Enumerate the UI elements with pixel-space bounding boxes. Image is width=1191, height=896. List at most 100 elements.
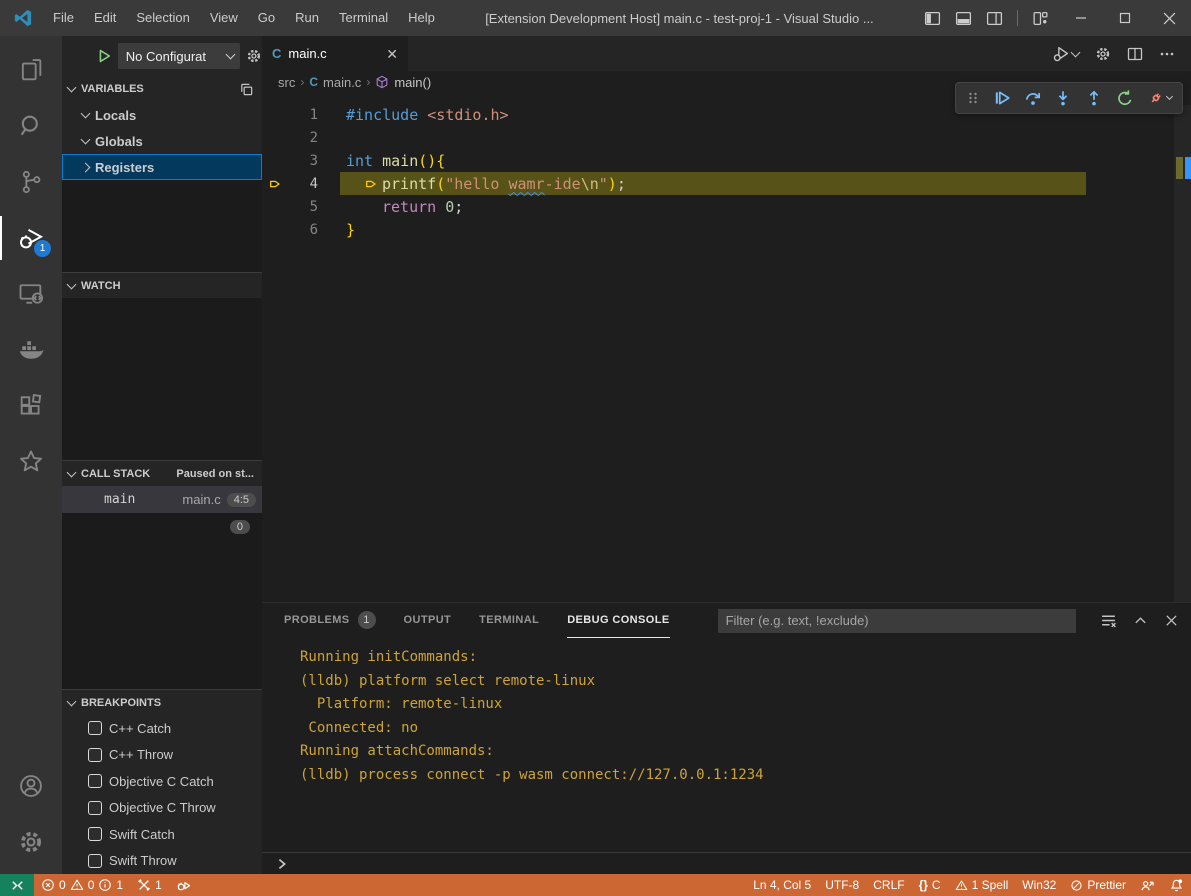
variables-item-registers[interactable]: Registers — [62, 154, 262, 180]
menu-selection[interactable]: Selection — [126, 0, 199, 36]
panel-tab-terminal[interactable]: TERMINAL — [479, 603, 539, 638]
settings-gear-icon[interactable] — [0, 814, 62, 870]
gear-icon[interactable] — [1095, 46, 1111, 62]
minimize-button[interactable] — [1059, 0, 1103, 36]
debug-configuration-dropdown[interactable]: No Configurat — [118, 43, 240, 69]
continue-button[interactable] — [993, 89, 1011, 107]
watch-section-header[interactable]: WATCH — [62, 272, 262, 298]
watch-header-label: WATCH — [81, 280, 121, 292]
variables-item-globals[interactable]: Globals — [62, 128, 262, 154]
remote-indicator[interactable] — [0, 874, 34, 896]
checkbox-unchecked[interactable] — [88, 721, 102, 735]
step-out-button[interactable] — [1085, 89, 1103, 107]
customize-layout-icon[interactable] — [1032, 10, 1049, 27]
more-actions-icon[interactable] — [1159, 46, 1175, 62]
start-debug-icon[interactable] — [96, 48, 112, 64]
problems-status[interactable]: 0 0 1 — [34, 874, 130, 896]
close-tab-icon[interactable]: ✕ — [386, 47, 398, 61]
code-line[interactable]: 4printf("hello wamr-ide\n"); — [262, 172, 1191, 195]
cursor-position[interactable]: Ln 4, Col 5 — [746, 874, 818, 896]
code-line[interactable]: 3int main(){ — [262, 149, 1191, 172]
clear-console-icon[interactable] — [1100, 612, 1117, 629]
spell-checker-status[interactable]: 1 Spell — [948, 874, 1016, 896]
menu-terminal[interactable]: Terminal — [329, 0, 398, 36]
session-row[interactable]: 0 — [62, 513, 262, 540]
tab-main-c[interactable]: C main.c ✕ — [262, 36, 408, 71]
chevron-down-icon — [81, 109, 91, 119]
docker-icon[interactable] — [0, 322, 62, 378]
language-mode[interactable]: {} C — [912, 874, 948, 896]
run-and-debug-icon[interactable]: 1 — [0, 210, 62, 266]
configure-gear-icon[interactable] — [246, 48, 262, 64]
panel-tab-debug-console[interactable]: DEBUG CONSOLE — [567, 603, 669, 638]
step-into-button[interactable] — [1054, 89, 1072, 107]
search-icon[interactable] — [0, 98, 62, 154]
breadcrumb-folder[interactable]: src — [278, 75, 295, 90]
restart-button[interactable] — [1116, 89, 1134, 107]
stack-frame-row[interactable]: main main.c 4:5 — [62, 486, 262, 513]
info-marker — [1185, 157, 1191, 179]
breakpoints-section-header[interactable]: BREAKPOINTS — [62, 689, 262, 715]
maximize-button[interactable] — [1103, 0, 1147, 36]
console-filter-input[interactable] — [718, 609, 1076, 633]
toolbar-drag-grip[interactable] — [966, 90, 980, 106]
account-icon[interactable] — [0, 758, 62, 814]
debug-session-status[interactable] — [169, 874, 198, 896]
console-line: (lldb) process connect -p wasm connect:/… — [300, 764, 1191, 788]
menu-run[interactable]: Run — [285, 0, 329, 36]
code-line[interactable]: 6} — [262, 218, 1191, 241]
step-over-button[interactable] — [1024, 89, 1042, 107]
breadcrumb-symbol[interactable]: main() — [394, 75, 431, 90]
copy-icon[interactable] — [239, 82, 254, 97]
menu-edit[interactable]: Edit — [84, 0, 126, 36]
checkbox-unchecked[interactable] — [88, 774, 102, 788]
remote-explorer-icon[interactable] — [0, 266, 62, 322]
platform-indicator[interactable]: Win32 — [1015, 874, 1063, 896]
checkbox-unchecked[interactable] — [88, 748, 102, 762]
toggle-panel-icon[interactable] — [955, 10, 972, 27]
code-area[interactable]: 1#include <stdio.h>23int main(){4printf(… — [262, 93, 1191, 241]
code-line[interactable]: 5return 0; — [262, 195, 1191, 218]
explorer-icon[interactable] — [0, 42, 62, 98]
panel-tab-problems[interactable]: PROBLEMS1 — [284, 603, 376, 638]
toggle-sidebar-icon[interactable] — [924, 10, 941, 27]
star-icon[interactable] — [0, 434, 62, 490]
menu-view[interactable]: View — [200, 0, 248, 36]
menu-go[interactable]: Go — [248, 0, 285, 36]
close-window-button[interactable] — [1147, 0, 1191, 36]
encoding-indicator[interactable]: UTF-8 — [818, 874, 866, 896]
panel-tab-output[interactable]: OUTPUT — [404, 603, 452, 638]
breadcrumb-file[interactable]: main.c — [323, 75, 361, 90]
extensions-icon[interactable] — [0, 378, 62, 434]
menu-file[interactable]: File — [43, 0, 84, 36]
feedback-button[interactable] — [1133, 874, 1162, 896]
breakpoint-item[interactable]: Swift Catch — [62, 821, 262, 848]
checkbox-unchecked[interactable] — [88, 854, 102, 868]
breakpoint-item[interactable]: C++ Catch — [62, 715, 262, 742]
breakpoint-item[interactable]: Objective C Catch — [62, 768, 262, 795]
debug-console-input[interactable] — [262, 852, 1191, 874]
overview-ruler[interactable] — [1174, 105, 1191, 602]
checkbox-unchecked[interactable] — [88, 827, 102, 841]
breakpoint-item[interactable]: Swift Throw — [62, 848, 262, 875]
formatter-status[interactable]: Prettier — [1063, 874, 1133, 896]
eol-indicator[interactable]: CRLF — [866, 874, 911, 896]
menu-help[interactable]: Help — [398, 0, 445, 36]
notifications-button[interactable] — [1162, 874, 1191, 896]
split-editor-icon[interactable] — [1127, 46, 1143, 62]
call-stack-section-header[interactable]: CALL STACK Paused on st... — [62, 460, 262, 486]
variables-item-locals[interactable]: Locals — [62, 102, 262, 128]
checkbox-unchecked[interactable] — [88, 801, 102, 815]
breakpoint-item[interactable]: C++ Throw — [62, 742, 262, 769]
variables-section-header[interactable]: VARIABLES — [62, 76, 262, 102]
run-or-debug-button[interactable] — [1053, 45, 1079, 62]
close-panel-icon[interactable] — [1164, 613, 1179, 628]
disconnect-button[interactable] — [1147, 89, 1172, 107]
code-line[interactable]: 2 — [262, 126, 1191, 149]
toggle-secondary-sidebar-icon[interactable] — [986, 10, 1003, 27]
source-control-icon[interactable] — [0, 154, 62, 210]
maximize-panel-icon[interactable] — [1133, 613, 1148, 628]
debug-console-output[interactable]: Running initCommands:(lldb) platform sel… — [262, 638, 1191, 852]
breakpoint-item[interactable]: Objective C Throw — [62, 795, 262, 822]
tools-status[interactable]: 1 — [130, 874, 169, 896]
